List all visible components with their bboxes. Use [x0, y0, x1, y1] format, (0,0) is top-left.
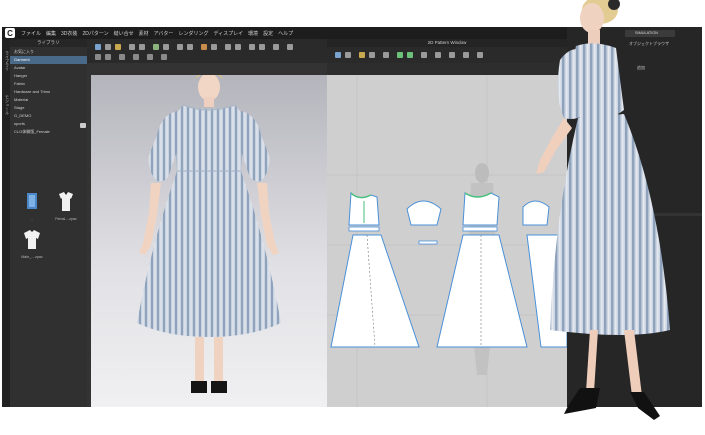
- library-item-selected[interactable]: Garment: [10, 56, 87, 64]
- menu-materials[interactable]: 素材: [139, 30, 149, 37]
- thumbnail-label: ..: [31, 217, 33, 221]
- menu-settings[interactable]: 設定: [263, 30, 273, 37]
- library-item[interactable]: Hanger: [10, 72, 87, 80]
- record-tool-icon[interactable]: [287, 44, 293, 50]
- texture-tool-icon[interactable]: [187, 44, 193, 50]
- library-item[interactable]: Avatar: [10, 64, 87, 72]
- library-item[interactable]: sports: [10, 120, 87, 128]
- view-tool-icon[interactable]: [95, 54, 101, 60]
- male-garment-icon: [22, 227, 42, 253]
- avatar-in-dress-illustration: [137, 71, 281, 393]
- topstitch-tool-icon[interactable]: [249, 44, 255, 50]
- 3d-garment-window: [87, 39, 327, 407]
- 3d-toolbar: [87, 39, 327, 63]
- vertical-tab-strip: ライブラリ モジュール: [2, 39, 10, 407]
- menu-environment[interactable]: 環境: [248, 30, 258, 37]
- thumbnail-female[interactable]: Femal....zpac: [50, 189, 82, 221]
- thumbnail-label: Male_....zpac: [21, 255, 43, 259]
- tack-tool-icon[interactable]: [139, 44, 145, 50]
- menu-avatar[interactable]: アバター: [154, 30, 174, 37]
- menu-edit[interactable]: 編集: [46, 30, 56, 37]
- library-item[interactable]: Fabric: [10, 80, 87, 88]
- graphic-tool-icon[interactable]: [273, 44, 279, 50]
- dart-tool-icon[interactable]: [477, 52, 483, 58]
- tab-modules[interactable]: モジュール: [2, 85, 10, 125]
- menu-display[interactable]: ディスプレイ: [213, 30, 243, 37]
- free-sewing-icon[interactable]: [407, 52, 413, 58]
- render-tool-icon[interactable]: [133, 54, 139, 60]
- notch-tool-icon[interactable]: [463, 52, 469, 58]
- menu-2d-pattern[interactable]: 2Dパターン: [82, 30, 108, 37]
- thumbnail-parent-folder[interactable]: ..: [16, 189, 48, 221]
- polygon-tool-icon[interactable]: [359, 52, 365, 58]
- pin-tool-icon[interactable]: [115, 44, 121, 50]
- tab-library[interactable]: ライブラリ: [2, 45, 10, 77]
- library-header: ライブラリ: [10, 39, 87, 47]
- select-tool-icon[interactable]: [95, 44, 101, 50]
- folder-up-icon: [22, 189, 42, 215]
- camera-tool-icon[interactable]: [105, 54, 111, 60]
- edit-pattern-icon[interactable]: [345, 52, 351, 58]
- 3d-viewport[interactable]: [91, 71, 327, 407]
- library-item[interactable]: G_DEMO: [10, 112, 87, 120]
- trim-tool-icon[interactable]: [211, 44, 217, 50]
- female-garment-icon: [56, 189, 76, 215]
- menu-render[interactable]: レンダリング: [178, 30, 208, 37]
- model-wearing-dress-photo: [536, 0, 670, 420]
- thumbnail-label: Femal....zpac: [55, 217, 77, 221]
- display-tool-icon[interactable]: [147, 54, 153, 60]
- transform-pattern-icon[interactable]: [335, 52, 341, 58]
- thumbnail-male[interactable]: Male_....zpac: [16, 227, 48, 259]
- library-item[interactable]: Stage: [10, 104, 87, 112]
- menu-items: ファイル 編集 3D衣装 2Dパターン 縫い合せ 素材 アバター レンダリング …: [21, 30, 298, 37]
- arrange-tool-icon[interactable]: [153, 44, 159, 50]
- menu-3d-garment[interactable]: 3D衣装: [61, 30, 77, 37]
- segment-sewing-icon[interactable]: [397, 52, 403, 58]
- library-panel: ライブラリ お気に入り Garment Avatar Hanger Fabric…: [10, 39, 87, 407]
- fabric-tool-icon[interactable]: [161, 54, 167, 60]
- library-item[interactable]: お気に入り: [10, 48, 87, 56]
- menu-file[interactable]: ファイル: [21, 30, 41, 37]
- library-list: お気に入り Garment Avatar Hanger Fabric Hardw…: [10, 48, 87, 136]
- internal-line-icon[interactable]: [383, 52, 389, 58]
- brush-tool-icon[interactable]: [201, 44, 207, 50]
- snapshot-tool-icon[interactable]: [119, 54, 125, 60]
- menu-sewing[interactable]: 縫い合せ: [114, 30, 134, 37]
- menu-help[interactable]: ヘルプ: [278, 30, 293, 37]
- app-logo: C: [5, 28, 15, 38]
- texture-2d-icon[interactable]: [435, 52, 441, 58]
- measure-tool-icon[interactable]: [163, 44, 169, 50]
- avatar-tool-icon[interactable]: [177, 44, 183, 50]
- library-item[interactable]: Hardware and Trims: [10, 88, 87, 96]
- button-tool-icon[interactable]: [225, 44, 231, 50]
- library-item[interactable]: Material: [10, 96, 87, 104]
- zipper-tool-icon[interactable]: [235, 44, 241, 50]
- library-item[interactable]: CLO体験版_Female: [10, 128, 87, 136]
- rectangle-tool-icon[interactable]: [369, 52, 375, 58]
- fold-tool-icon[interactable]: [129, 44, 135, 50]
- move-tool-icon[interactable]: [105, 44, 111, 50]
- grain-line-icon[interactable]: [449, 52, 455, 58]
- folder-icon[interactable]: [80, 123, 86, 128]
- edit-sewing-icon[interactable]: [421, 52, 427, 58]
- puckering-tool-icon[interactable]: [259, 44, 265, 50]
